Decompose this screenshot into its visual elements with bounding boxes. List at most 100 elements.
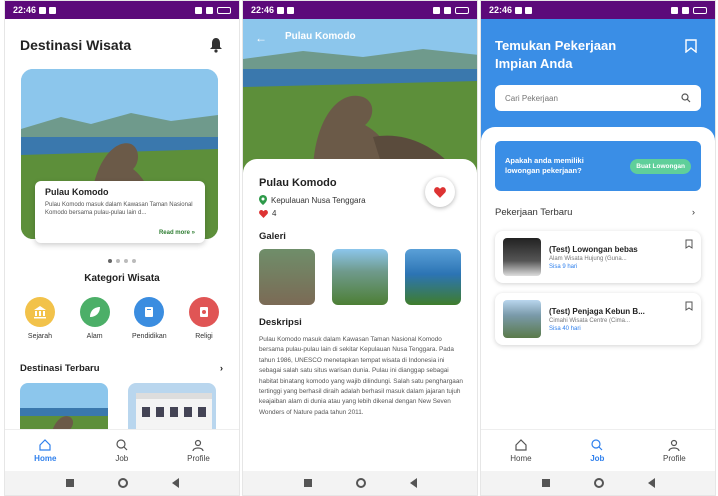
nav-profile[interactable]: Profile [187,438,210,463]
home-icon [39,439,51,451]
nav-job-label: Job [115,454,129,463]
back-system-icon[interactable] [171,478,179,488]
signal-icon [206,6,213,14]
nav-profile-label: Profile [187,454,210,463]
kategori-sejarah[interactable]: Sejarah [15,297,65,340]
job-card[interactable]: (Test) Penjaga Kebun B... Cimahi Wisata … [495,293,701,345]
galeri-image[interactable] [332,249,388,305]
job-title: (Test) Lowongan bebas [549,244,638,254]
kategori-label: Alam [86,333,103,340]
job-image [503,238,541,276]
home-system-icon[interactable] [593,478,604,488]
section-title: Destinasi Terbaru [20,363,100,374]
chevron-right-icon[interactable]: › [692,207,695,218]
page-title: Temukan Pekerjaan Impian Anda [495,38,617,71]
carousel-dot[interactable] [116,259,120,263]
recents-icon[interactable] [65,479,74,487]
hero-card[interactable]: Pulau Komodo Pulau Komodo masuk dalam Ka… [35,181,205,243]
status-bar: 22:46 [5,1,239,19]
screen-job: 22:46 Temukan Pekerjaan Impian Anda Apak… [480,0,716,496]
wifi-icon [195,6,202,14]
search-bar [495,85,701,111]
galeri-title: Galeri [259,231,286,242]
kategori-alam[interactable]: Alam [70,297,120,340]
kategori-label: Religi [195,333,213,340]
bookmark-icon[interactable] [685,239,693,249]
chevron-right-icon[interactable]: › [220,363,223,374]
detail-body: Pulau Komodo Kepulauan Nusa Tenggara 4 G… [243,159,477,471]
heart-icon [434,186,446,198]
recents-icon[interactable] [303,479,312,487]
job-card[interactable]: (Test) Lowongan bebas Alam Wisata Hujung… [495,231,701,283]
bell-icon[interactable] [209,37,223,53]
bookmark-icon[interactable] [685,39,697,53]
kategori-religi[interactable]: Religi [179,297,229,340]
section-destinasi-terbaru[interactable]: Destinasi Terbaru › [20,363,223,374]
job-location: Cimahi Wisata Centre (Cima... [549,317,631,324]
location-pin-icon [259,195,267,205]
nav-job-label: Job [590,454,605,463]
section-title: Pekerjaan Terbaru [495,207,573,218]
promo-card: Apakah anda memiliki lowongan pekerjaan?… [495,141,701,191]
leaf-icon [79,297,110,327]
wifi-icon [671,6,678,14]
nav-home[interactable]: Home [510,438,532,463]
book-icon [134,297,165,327]
carousel-dot[interactable] [108,259,112,263]
place-name: Pulau Komodo [259,177,337,189]
kategori-label: Pendidikan [131,333,167,340]
nav-job[interactable]: Job [590,438,604,463]
app-icon [287,6,295,14]
kategori-pendidikan[interactable]: Pendidikan [124,297,174,340]
back-system-icon[interactable] [647,478,655,488]
status-time: 22:46 [251,5,275,15]
battery-icon [693,6,707,14]
search-input[interactable] [505,93,645,103]
galeri-list [259,249,461,305]
home-system-icon[interactable] [117,478,128,488]
carousel-dot[interactable] [124,259,128,263]
screen-detail: 22:46 ← Pulau Komodo Pulau Komodo Kepula… [242,0,478,496]
job-image [503,300,541,338]
bookmark-icon[interactable] [685,301,693,311]
home-icon [515,439,527,451]
battery-icon [217,6,231,14]
location-text: Kepulauan Nusa Tenggara [271,195,366,205]
kategori-list: Sejarah Alam Pendidikan Religi [15,297,229,340]
notif-icon [515,6,523,14]
recents-icon[interactable] [541,479,550,487]
galeri-image[interactable] [405,249,461,305]
job-search-icon [591,439,603,451]
favorite-button[interactable] [425,177,455,207]
carousel-dot[interactable] [132,259,136,263]
job-location: Alam Wisata Hujung (Guna... [549,255,627,262]
nav-home-label: Home [34,454,57,463]
status-time: 22:46 [13,5,37,15]
search-icon[interactable] [681,93,691,103]
read-more-link[interactable]: Read more » [159,230,195,236]
battery-icon [455,6,469,14]
galeri-image[interactable] [259,249,315,305]
home-system-icon[interactable] [355,478,366,488]
nav-profile[interactable]: Profile [663,438,686,463]
buat-lowongan-button[interactable]: Buat Lowongan [630,158,691,174]
hero-card-desc: Pulau Komodo masuk dalam Kawasan Taman N… [45,202,193,216]
wifi-icon [433,6,440,14]
detail-hero-image [243,19,477,179]
section-pekerjaan-terbaru[interactable]: Pekerjaan Terbaru › [495,207,695,218]
signal-icon [444,6,451,14]
nav-job[interactable]: Job [115,438,129,463]
nav-home[interactable]: Home [34,438,56,463]
profile-icon [192,439,205,452]
bottom-nav: Home Job Profile [481,429,715,471]
notif-icon [277,6,285,14]
deskripsi-title: Deskripsi [259,317,302,328]
signal-icon [682,6,689,14]
read-more-label: Read more [158,230,190,236]
system-nav [481,471,715,495]
promo-text: Apakah anda memiliki lowongan pekerjaan? [505,156,584,175]
appbar-title: Pulau Komodo [285,31,356,42]
back-arrow-icon[interactable]: ← [255,31,267,45]
back-system-icon[interactable] [409,478,417,488]
status-bar: 22:46 [243,1,477,19]
